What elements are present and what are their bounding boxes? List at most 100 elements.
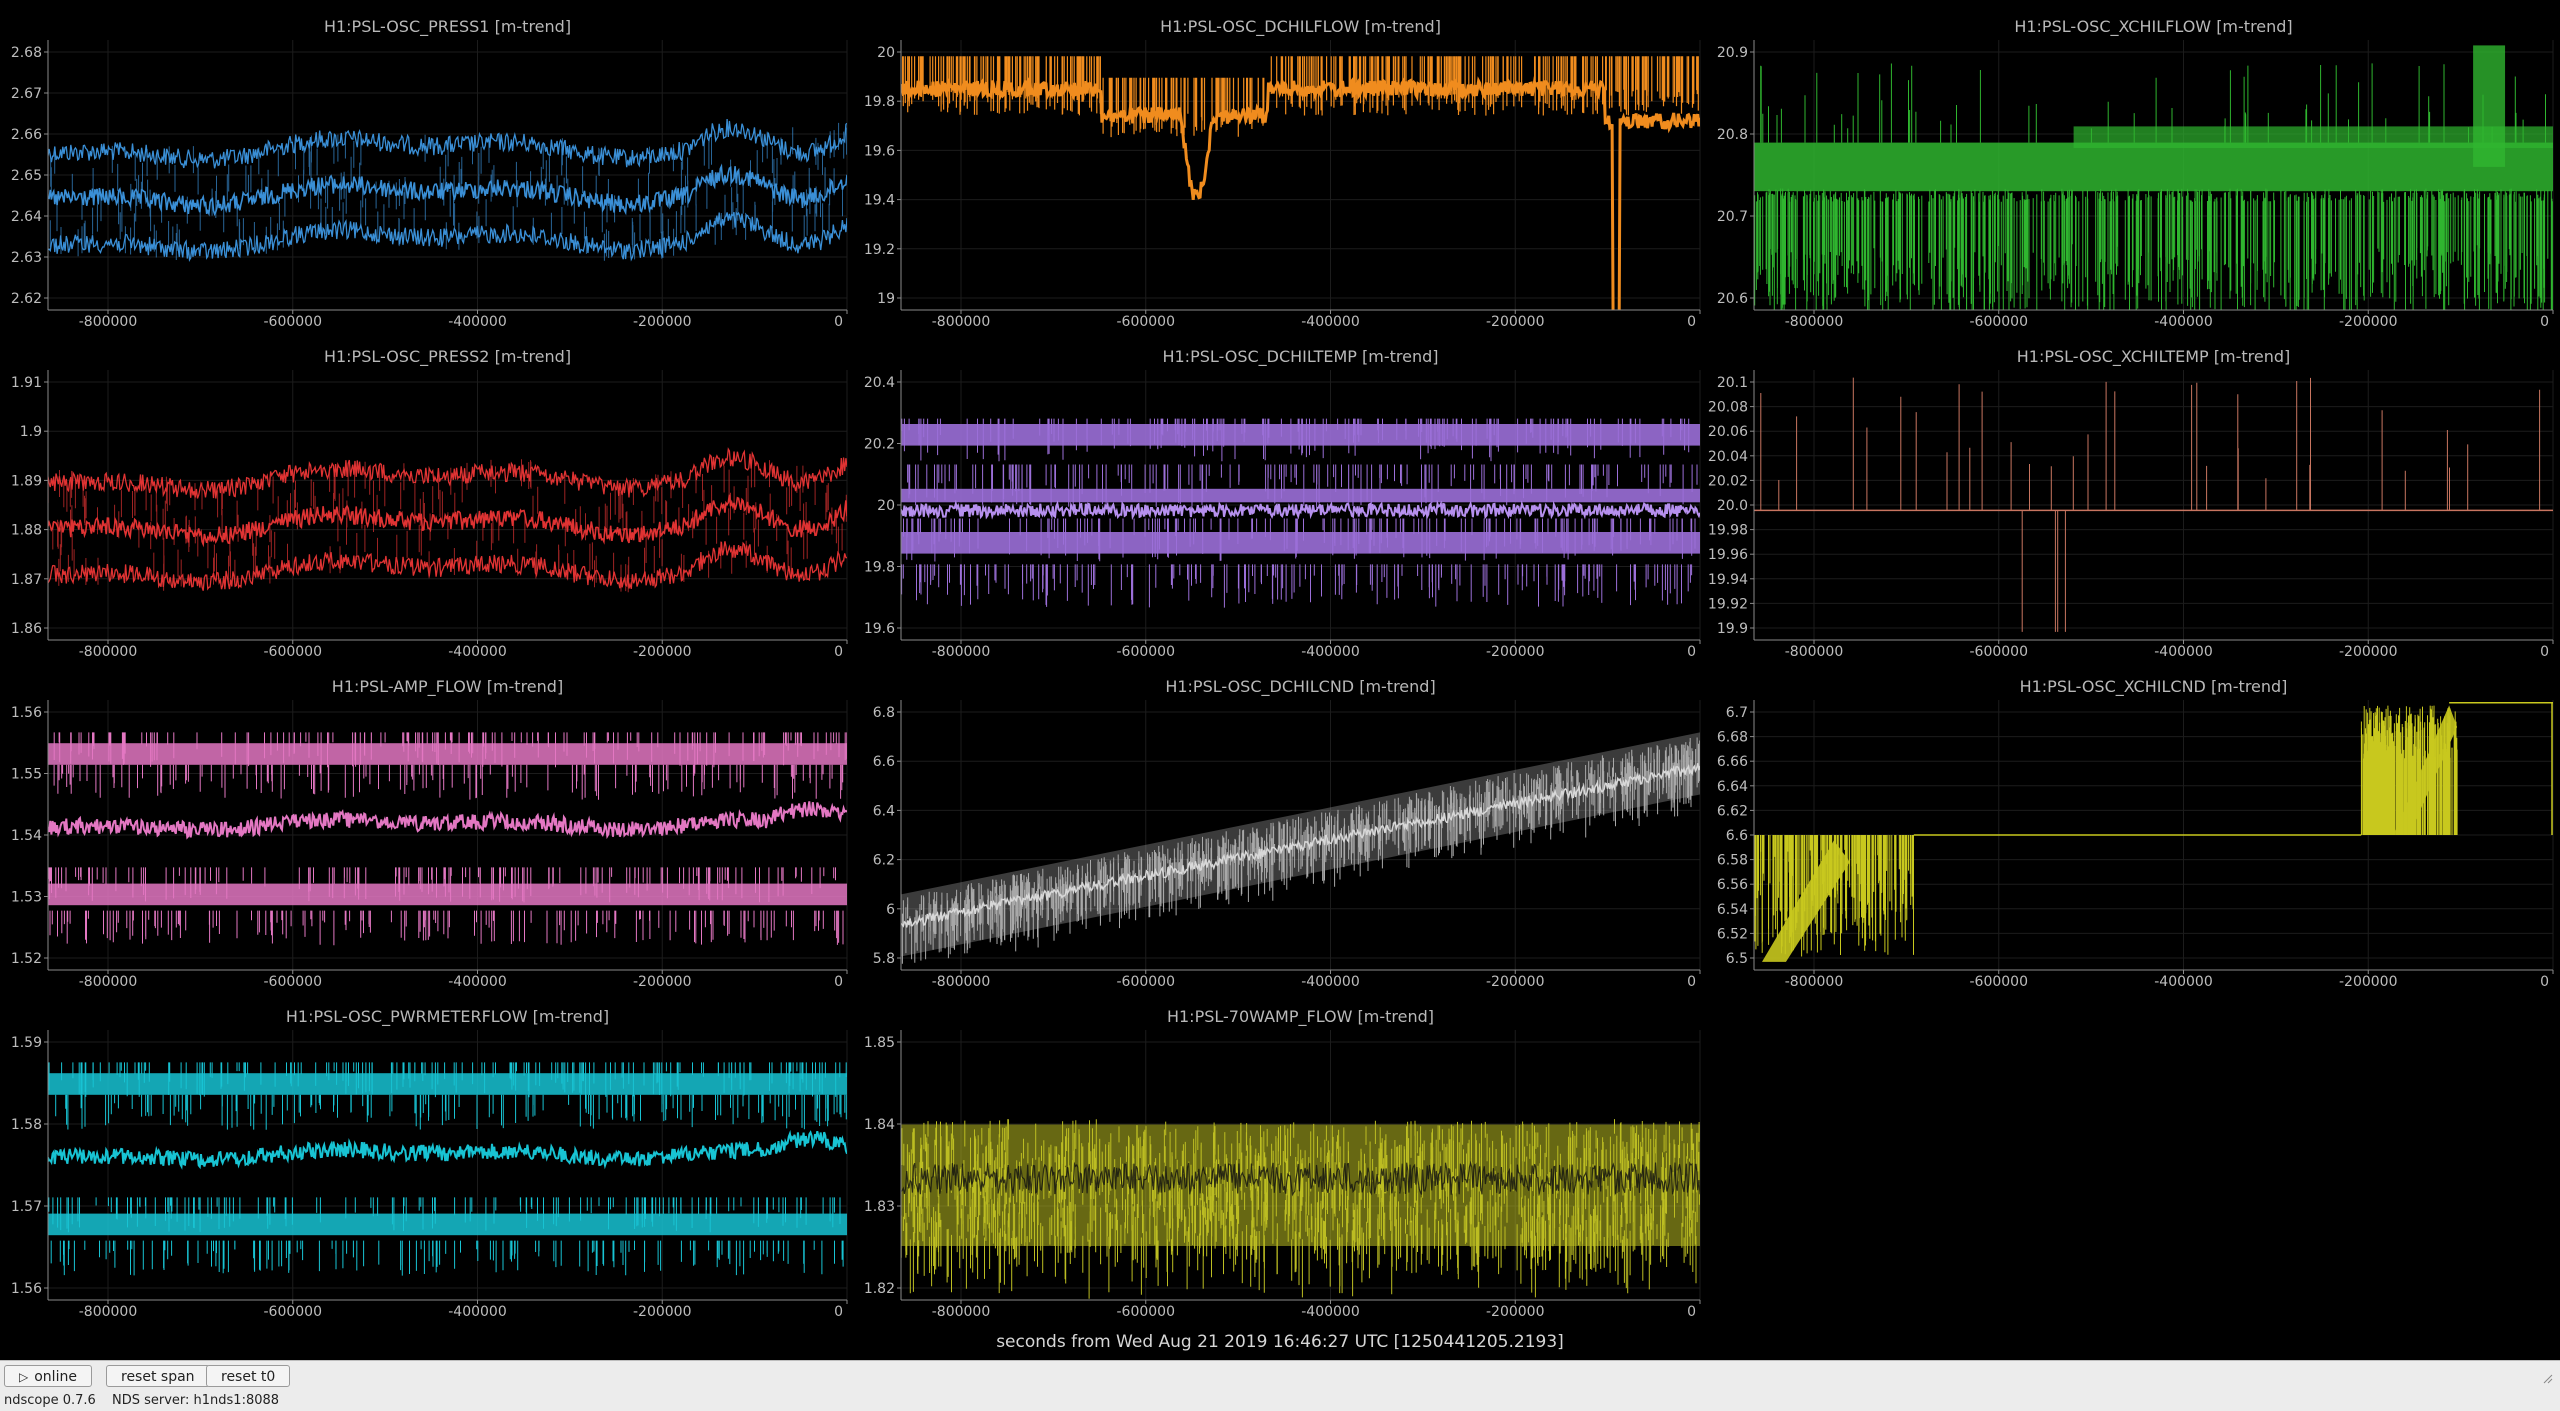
x-tick-label: 0 — [834, 974, 843, 990]
x-tick-label: -200000 — [1486, 314, 1545, 330]
y-tick-label: 1.9 — [20, 424, 42, 440]
y-tick-label: 1.86 — [11, 621, 42, 637]
y-tick-label: 1.56 — [11, 705, 42, 721]
y-tick-label: 19.6 — [864, 621, 895, 637]
plot-trace — [48, 1062, 847, 1276]
y-tick-label: 19.94 — [1708, 572, 1748, 588]
x-tick-label: -600000 — [1117, 1304, 1176, 1320]
reset-span-button[interactable]: reset span — [106, 1365, 210, 1387]
y-tick-label: 2.67 — [11, 86, 42, 102]
x-tick-label: -600000 — [1117, 314, 1176, 330]
y-tick-label: 5.8 — [873, 951, 895, 967]
x-tick-label: -200000 — [2339, 974, 2398, 990]
plot-3[interactable]: H1:PSL-OSC_XCHILFLOW [m-trend] 20.9 20.8 20… — [1706, 0, 2559, 330]
x-tick-label: -800000 — [1785, 974, 1844, 990]
y-tick-label: 1.58 — [11, 1117, 42, 1133]
plot-6[interactable]: H1:PSL-OSC_XCHILTEMP [m-trend] 20.1 20.08 2… — [1706, 330, 2559, 660]
y-tick-label: 1.84 — [864, 1117, 895, 1133]
x-tick-label: -800000 — [1785, 644, 1844, 660]
plot-grid-lines — [48, 1030, 848, 1300]
plot-grid: H1:PSL-OSC_PRESS1 [m-trend] 2.68 2.67 2.66 2… — [0, 0, 2560, 1360]
plot-title: H1:PSL-OSC_DCHILCND [m-trend] — [1165, 677, 1435, 697]
plot-trace — [48, 119, 847, 262]
y-tick-label: 1.85 — [864, 1035, 895, 1051]
y-tick-label: 6.68 — [1717, 730, 1748, 746]
plot-5[interactable]: H1:PSL-OSC_DCHILTEMP [m-trend] 20.4 20.2 20… — [853, 330, 1706, 660]
plot-trace — [901, 418, 1700, 608]
y-tick-label: 19.6 — [864, 143, 895, 159]
x-tick-label: -600000 — [264, 1304, 323, 1320]
plot-10[interactable]: H1:PSL-OSC_PWRMETERFLOW [m-trend] 1.59 1.5… — [0, 990, 853, 1320]
x-tick-label: -200000 — [1486, 644, 1545, 660]
plot-title: H1:PSL-OSC_XCHILFLOW [m-trend] — [2014, 17, 2292, 37]
y-tick-label: 6.6 — [1726, 828, 1748, 844]
y-tick-label: 20.2 — [864, 437, 895, 453]
plot-title: H1:PSL-OSC_DCHILTEMP [m-trend] — [1162, 347, 1438, 367]
plot-grid-lines — [1754, 370, 2554, 640]
x-tick-label: -600000 — [1117, 974, 1176, 990]
plot-1[interactable]: H1:PSL-OSC_PRESS1 [m-trend] 2.68 2.67 2.66 2… — [0, 0, 853, 330]
x-tick-label: -800000 — [932, 644, 991, 660]
x-tick-label: -200000 — [633, 644, 692, 660]
online-label: online — [34, 1369, 77, 1385]
plot-11[interactable]: H1:PSL-70WAMP_FLOW [m-trend] 1.85 1.84 1.83… — [853, 990, 1706, 1320]
y-tick-label: 20.8 — [1717, 127, 1748, 143]
y-tick-label: 19.9 — [1717, 621, 1748, 637]
y-tick-label: 6 — [886, 902, 895, 918]
x-tick-label: -400000 — [1301, 974, 1360, 990]
plot-7[interactable]: H1:PSL-AMP_FLOW [m-trend] 1.56 1.55 1.54 1.5… — [0, 660, 853, 990]
y-tick-label: 20.04 — [1708, 449, 1748, 465]
x-tick-label: -600000 — [1117, 644, 1176, 660]
plot-title: H1:PSL-OSC_PRESS2 [m-trend] — [324, 347, 571, 367]
x-tick-label: -600000 — [264, 974, 323, 990]
server-text: NDS server: h1nds1:8088 — [111, 1393, 280, 1408]
y-tick-label: 1.55 — [11, 767, 42, 783]
y-tick-label: 19.8 — [864, 560, 895, 576]
plot-2[interactable]: H1:PSL-OSC_DCHILFLOW [m-trend] 20 19.8 19.6… — [853, 0, 1706, 330]
y-tick-label: 19.98 — [1708, 523, 1748, 539]
x-tick-label: 0 — [2540, 644, 2549, 660]
plot-title: H1:PSL-AMP_FLOW [m-trend] — [332, 677, 563, 697]
y-tick-label: 2.65 — [11, 168, 42, 184]
y-tick-label: 20 — [877, 45, 895, 61]
x-tick-label: -800000 — [932, 974, 991, 990]
plot-9[interactable]: H1:PSL-OSC_XCHILCND [m-trend]6.76.686.66… — [1706, 660, 2559, 990]
x-tick-label: -600000 — [264, 644, 323, 660]
reset-t0-label: reset t0 — [221, 1369, 276, 1385]
x-tick-label: -400000 — [448, 1304, 507, 1320]
y-tick-label: 6.58 — [1717, 853, 1748, 869]
plot-4[interactable]: H1:PSL-OSC_PRESS2 [m-trend] 1.91 1.9 1.89 1.… — [0, 330, 853, 660]
plot-8[interactable]: H1:PSL-OSC_DCHILCND [m-trend] 6.8 6.6 6.4 6.… — [853, 660, 1706, 990]
x-tick-label: -800000 — [79, 314, 138, 330]
y-tick-label: 1.87 — [11, 572, 42, 588]
resize-grip-icon[interactable] — [2542, 1369, 2554, 1385]
y-tick-label: 6.8 — [873, 705, 895, 721]
plot-trace — [1754, 701, 2553, 962]
y-tick-label: 6.66 — [1717, 754, 1748, 770]
y-tick-label: 2.62 — [11, 291, 42, 307]
y-tick-label: 20.9 — [1717, 45, 1748, 61]
x-tick-label: -200000 — [2339, 314, 2398, 330]
plot-title: H1:PSL-OSC_PWRMETERFLOW [m-trend] — [286, 1007, 609, 1027]
x-tick-label: 0 — [834, 1304, 843, 1320]
y-tick-label: 20 — [877, 498, 895, 514]
x-tick-label: -400000 — [1301, 644, 1360, 660]
plot-trace — [901, 732, 1700, 964]
reset-t0-button[interactable]: reset t0 — [206, 1365, 291, 1387]
plot-trace — [901, 56, 1700, 310]
plot-title: H1:PSL-OSC_XCHILCND [m-trend] — [2020, 677, 2288, 697]
x-tick-label: -400000 — [2154, 314, 2213, 330]
y-tick-label: 1.89 — [11, 473, 42, 489]
y-tick-label: 2.63 — [11, 250, 42, 266]
y-tick-label: 1.83 — [864, 1199, 895, 1215]
y-tick-label: 19.96 — [1708, 547, 1748, 563]
x-tick-label: -200000 — [633, 314, 692, 330]
plot-title: H1:PSL-OSC_DCHILFLOW [m-trend] — [1160, 17, 1441, 37]
online-button[interactable]: ▷ online — [4, 1365, 92, 1387]
plot-trace — [48, 447, 847, 593]
y-tick-label: 1.56 — [11, 1281, 42, 1297]
y-tick-label: 1.59 — [11, 1035, 42, 1051]
y-tick-label: 20.6 — [1717, 291, 1748, 307]
x-tick-label: -200000 — [633, 974, 692, 990]
x-tick-label: -200000 — [633, 1304, 692, 1320]
